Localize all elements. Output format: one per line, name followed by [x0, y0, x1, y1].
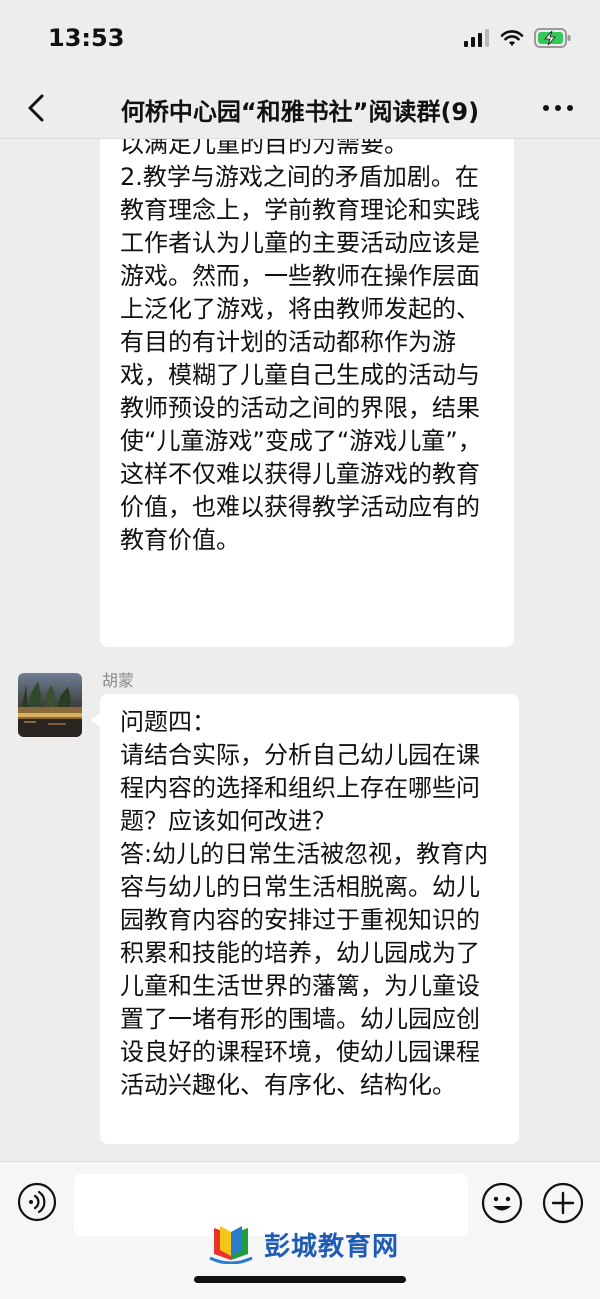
chat-header: 何桥中心园“和雅书社”阅读群(9)	[0, 78, 600, 139]
status-icons	[464, 28, 572, 48]
battery-charging-icon	[534, 28, 571, 48]
status-time: 13:53	[48, 24, 125, 52]
more-icon[interactable]	[540, 96, 576, 120]
message-bubble[interactable]: 化，强调课程应当以儿童为中心，以满足儿童的目的为需要。 2.教学与游戏之间的矛盾…	[100, 139, 514, 647]
watermark-text: 彭城教育网	[264, 1231, 400, 1262]
plus-icon[interactable]	[542, 1182, 584, 1224]
avatar[interactable]	[18, 673, 82, 737]
message-bubble[interactable]: 问题四： 请结合实际，分析自己幼儿园在课程内容的选择和组织上存在哪些问题？应该如…	[91, 694, 519, 1144]
signal-icon	[464, 29, 489, 47]
voice-icon[interactable]	[17, 1182, 57, 1222]
sender-name: 胡蒙	[102, 671, 135, 690]
chat-message-list[interactable]: 化，强调课程应当以儿童为中心，以满足儿童的目的为需要。 2.教学与游戏之间的矛盾…	[0, 139, 600, 1161]
input-bar: 彭城教育网	[0, 1161, 600, 1299]
watermark: 彭城教育网	[206, 1224, 399, 1264]
chat-title: 何桥中心园“和雅书社”阅读群(9)	[120, 98, 480, 126]
home-indicator[interactable]	[194, 1276, 406, 1283]
wifi-icon	[500, 30, 524, 46]
emoji-icon[interactable]	[481, 1182, 523, 1224]
book-logo-icon	[209, 1226, 253, 1264]
status-bar: 13:53	[0, 0, 600, 78]
